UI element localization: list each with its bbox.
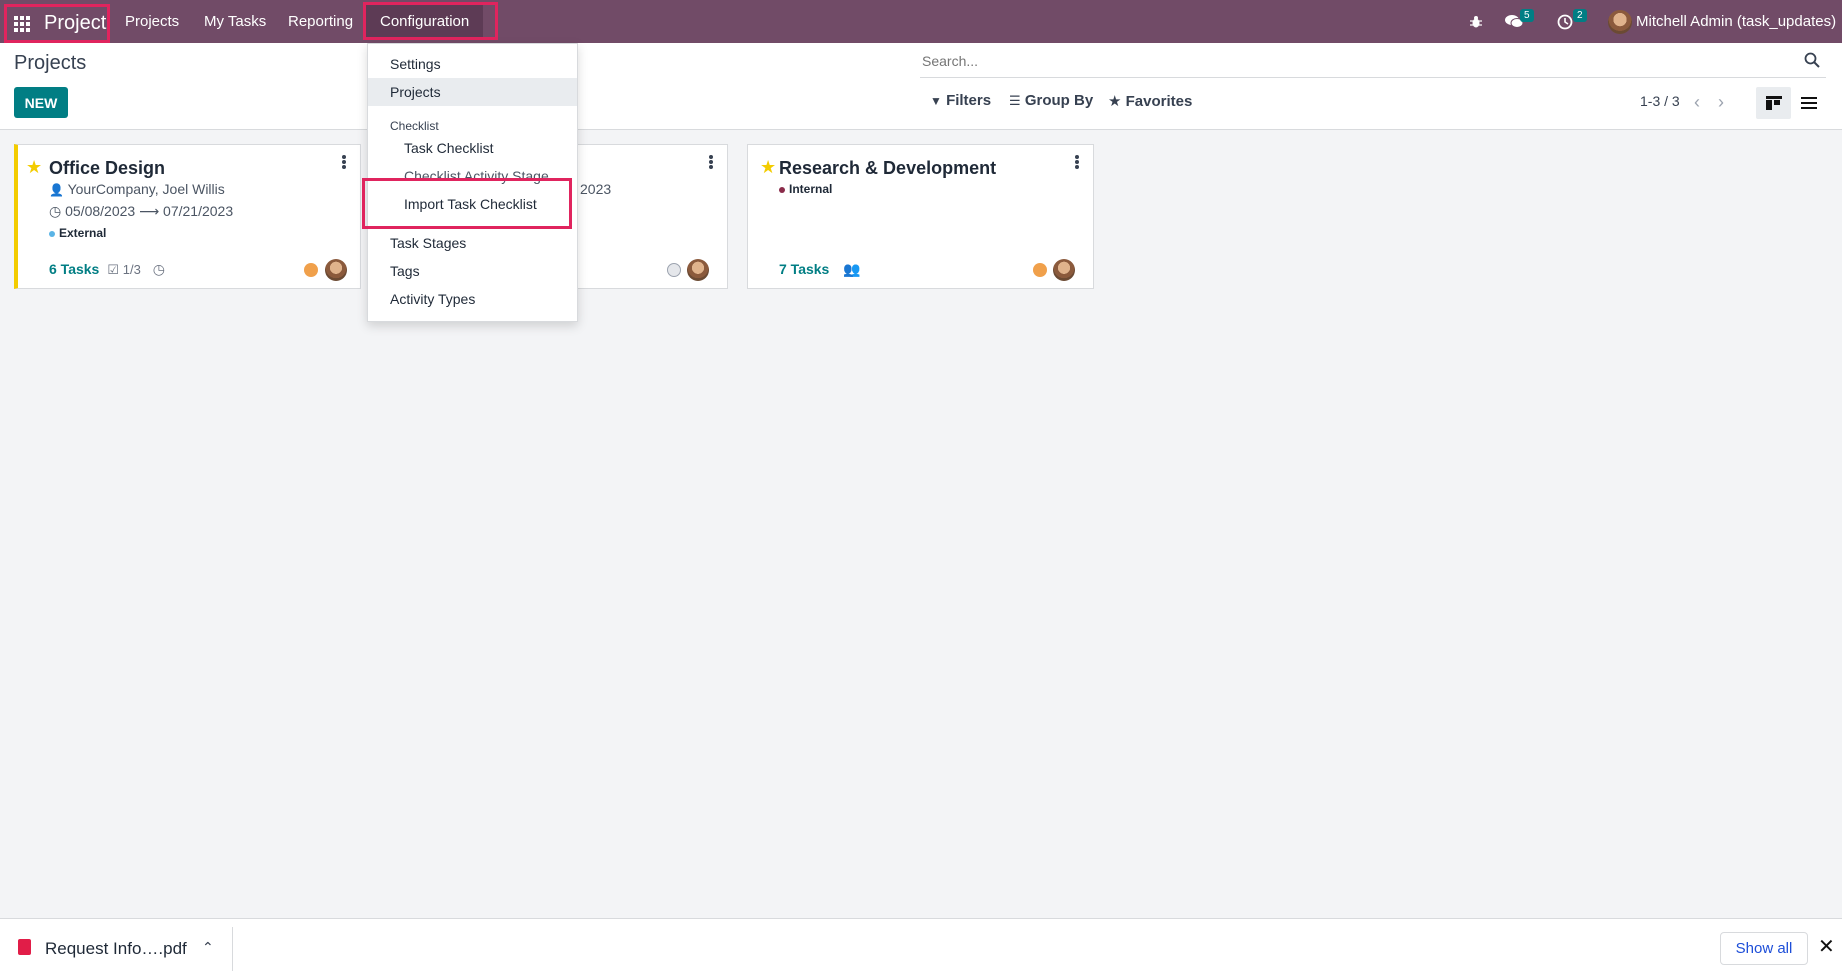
tasks-count: 6 Tasks (49, 261, 100, 277)
import-task-checklist-highlight-box (362, 178, 572, 229)
checklist-icon: ☑ (107, 262, 119, 277)
show-all-button[interactable]: Show all (1720, 932, 1808, 965)
project-card-office-design[interactable]: ★ Office Design 👤 YourCompany, Joel Will… (14, 144, 361, 289)
download-bar: Request Info….pdf ⌃ Show all ✕ (0, 918, 1842, 977)
debug-icon[interactable] (1469, 0, 1483, 43)
kanban-icon (1765, 96, 1782, 110)
manager-avatar[interactable] (1053, 259, 1075, 281)
dropdown-item-settings[interactable]: Settings (368, 50, 577, 78)
favorites-button[interactable]: ★ Favorites (1108, 92, 1192, 110)
person-icon: 👤 (49, 183, 64, 197)
project-title: Research & Development (779, 158, 997, 178)
dropdown-item-task-checklist[interactable]: Task Checklist (368, 134, 577, 162)
tag-label: External (59, 226, 107, 240)
layers-icon: ☰ (1009, 93, 1021, 108)
list-view-button[interactable] (1791, 87, 1826, 119)
card-menu-icon[interactable] (342, 155, 346, 169)
group-by-label: Group By (1024, 92, 1094, 109)
favorite-star-icon[interactable]: ★ (26, 157, 42, 178)
app-switcher[interactable]: Project (4, 4, 110, 43)
pdf-file-icon (18, 939, 31, 955)
search-input[interactable] (920, 46, 1780, 76)
app-brand[interactable]: Project (44, 12, 106, 35)
dropdown-item-activity-types[interactable]: Activity Types (368, 285, 577, 313)
dropdown-header-checklist: Checklist (390, 119, 439, 133)
clock-icon: ◷ (49, 203, 62, 219)
project-tag: Internal (779, 182, 832, 196)
menu-reporting[interactable]: Reporting (288, 0, 353, 43)
search-bar (920, 46, 1826, 78)
project-card-research-development[interactable]: ★ Research & Development Internal 7 Task… (747, 144, 1094, 289)
date-fragment: 2023 (580, 181, 612, 197)
project-title: Office Design (49, 158, 166, 178)
tasks-link[interactable]: 7 Tasks 👥 (779, 261, 861, 278)
download-bar-separator (232, 927, 233, 971)
project-tag: External (49, 226, 106, 240)
status-indicator[interactable] (304, 263, 318, 277)
activities-badge: 2 (1573, 9, 1587, 22)
list-icon (1800, 97, 1817, 109)
messages-badge: 5 (1520, 9, 1534, 22)
manager-avatar[interactable] (687, 259, 709, 281)
project-partner: 👤 YourCompany, Joel Willis (49, 181, 225, 197)
activity-clock-icon[interactable]: ◷ (153, 261, 165, 277)
menu-projects[interactable]: Projects (125, 0, 179, 43)
date-start: 05/08/2023 (65, 203, 136, 219)
menu-my-tasks[interactable]: My Tasks (204, 0, 266, 43)
arrow-right-icon: ⟶ (139, 203, 160, 219)
manager-avatar[interactable] (325, 259, 347, 281)
dropdown-item-projects[interactable]: Projects (368, 78, 577, 106)
tag-label: Internal (789, 182, 833, 196)
tasks-count: 7 Tasks (779, 261, 830, 277)
download-file-name[interactable]: Request Info….pdf (45, 939, 187, 959)
search-icon[interactable] (1804, 52, 1820, 68)
checklist-progress: 1/3 (122, 262, 141, 277)
filters-button[interactable]: ▼ Filters (930, 92, 991, 109)
tag-color-dot (779, 186, 785, 193)
users-group-icon: 👥 (843, 261, 861, 277)
breadcrumb-title: Projects (14, 52, 87, 74)
tasks-link[interactable]: 6 Tasks ☑ 1/3 ◷ (49, 261, 165, 278)
user-avatar (1608, 9, 1632, 34)
close-icon[interactable]: ✕ (1818, 934, 1835, 959)
user-name: Mitchell Admin (task_updates) (1636, 13, 1837, 30)
favorites-label: Favorites (1125, 93, 1193, 110)
pager-value[interactable]: 1-3 / 3 (1640, 93, 1680, 109)
status-indicator[interactable] (1033, 263, 1047, 277)
partner-name: YourCompany, Joel Willis (67, 181, 225, 197)
kanban-view-button[interactable] (1756, 87, 1791, 119)
user-menu[interactable]: Mitchell Admin (task_updates) (1608, 0, 1836, 43)
filter-icon: ▼ (930, 94, 942, 108)
pager-next-icon[interactable]: › (1718, 92, 1724, 113)
group-by-button[interactable]: ☰ Group By (1009, 92, 1093, 109)
messages-icon[interactable] (1505, 0, 1523, 43)
status-indicator[interactable] (667, 263, 681, 277)
activity-clock-icon[interactable] (1557, 0, 1573, 43)
favorite-star-icon[interactable]: ★ (760, 157, 776, 178)
dropdown-item-tags[interactable]: Tags (368, 257, 577, 285)
chevron-up-icon[interactable]: ⌃ (202, 939, 214, 956)
date-end: 07/21/2023 (163, 203, 234, 219)
project-dates: ◷ 05/08/2023 ⟶ 07/21/2023 (49, 203, 233, 220)
card-menu-icon[interactable] (709, 155, 713, 169)
apps-grid-icon[interactable] (14, 15, 30, 32)
new-button[interactable]: NEW (14, 87, 68, 118)
dropdown-item-task-stages[interactable]: Task Stages (368, 229, 577, 257)
star-icon: ★ (1108, 93, 1122, 110)
card-menu-icon[interactable] (1075, 155, 1079, 169)
tag-color-dot (49, 230, 55, 237)
pager-previous-icon[interactable]: ‹ (1694, 92, 1700, 113)
top-navbar: Project Projects My Tasks Reporting Conf… (0, 0, 1842, 43)
filters-label: Filters (946, 92, 992, 109)
menu-configuration[interactable]: Configuration (380, 0, 469, 43)
